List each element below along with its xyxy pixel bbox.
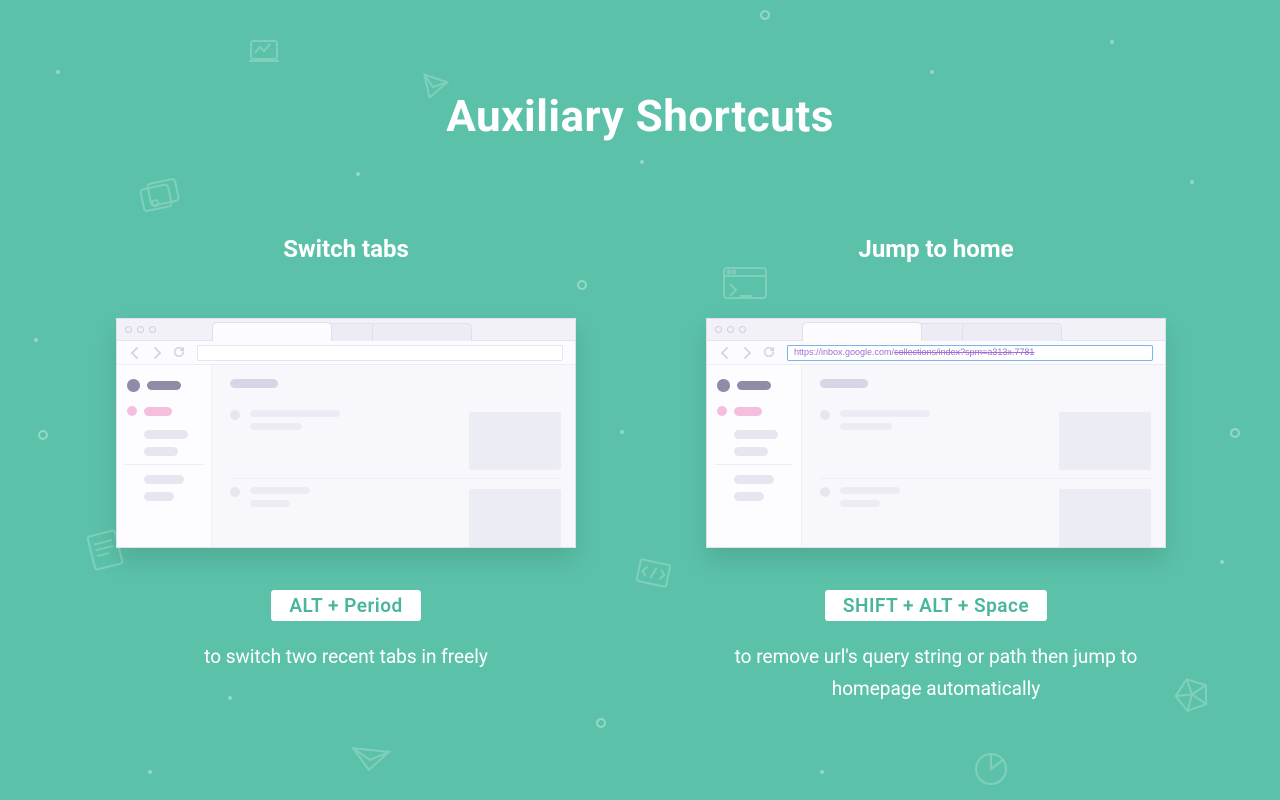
jump-home-section: Jump to home https://inbox.google.com/co… [706, 235, 1166, 706]
browser-tab-active [802, 322, 922, 341]
jump-home-illustration: https://inbox.google.com/collections/ind… [706, 318, 1166, 548]
window-controls [125, 326, 156, 333]
sidebar-mock [707, 365, 802, 547]
address-bar: https://inbox.google.com/collections/ind… [787, 345, 1153, 361]
reload-icon [173, 346, 185, 358]
browser-content [707, 365, 1165, 547]
forward-icon [151, 347, 163, 359]
browser-tab-active [212, 322, 332, 341]
sidebar-mock [117, 365, 212, 547]
jump-home-description: to remove url's query string or path the… [706, 641, 1166, 706]
switch-tabs-section: Switch tabs [116, 235, 576, 673]
page-title: Auxiliary Shortcuts [0, 90, 1280, 142]
address-bar [197, 345, 563, 361]
browser-tabbar [707, 319, 1165, 341]
switch-tabs-description: to switch two recent tabs in freely [116, 641, 576, 673]
switch-tabs-heading: Switch tabs [116, 235, 576, 263]
jump-home-heading: Jump to home [706, 235, 1166, 263]
window-controls [715, 326, 746, 333]
browser-tabbar [117, 319, 575, 341]
switch-tabs-shortcut: ALT + Period [271, 590, 420, 621]
back-icon [129, 347, 141, 359]
browser-toolbar [117, 341, 575, 365]
browser-tab [962, 323, 1062, 341]
reload-icon [763, 346, 775, 358]
browser-tab [372, 323, 472, 341]
back-icon [719, 347, 731, 359]
forward-icon [741, 347, 753, 359]
browser-toolbar: https://inbox.google.com/collections/ind… [707, 341, 1165, 365]
browser-content [117, 365, 575, 547]
main-mock [212, 365, 575, 547]
jump-home-shortcut: SHIFT + ALT + Space [825, 590, 1047, 621]
address-bar-url: https://inbox.google.com/collections/ind… [794, 347, 1034, 357]
switch-tabs-illustration [116, 318, 576, 548]
main-mock [802, 365, 1165, 547]
